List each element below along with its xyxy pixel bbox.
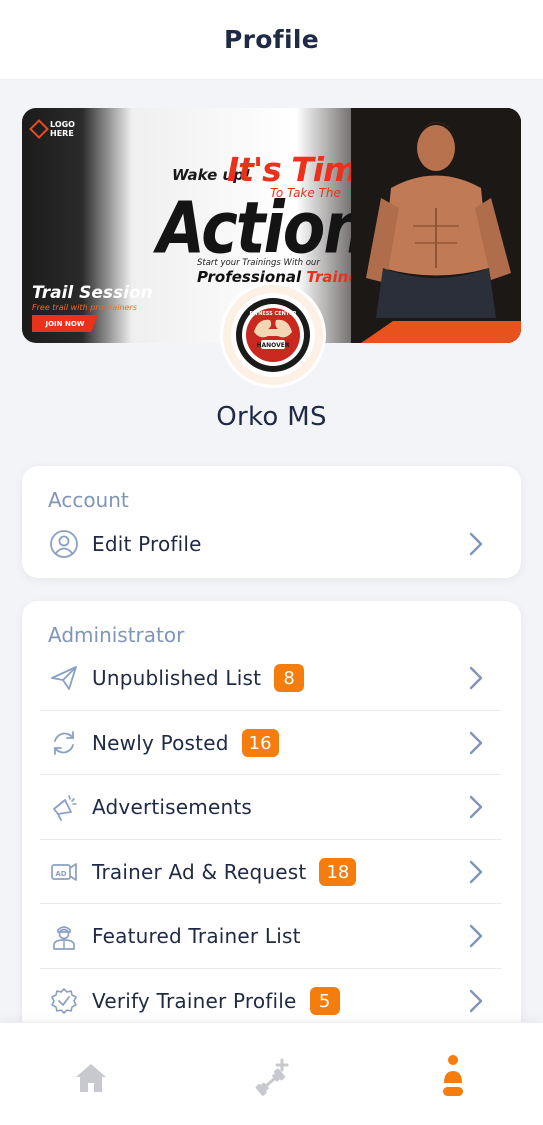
banner-logo: LOGO HERE <box>29 119 76 139</box>
nav-workout[interactable] <box>249 1053 293 1103</box>
chevron-right-icon <box>469 989 483 1013</box>
chevron-right-icon <box>469 860 483 884</box>
nav-home[interactable] <box>69 1053 113 1103</box>
account-section-title: Account <box>48 488 129 512</box>
refresh-icon <box>48 727 80 759</box>
trainer-ad-count-badge: 18 <box>319 858 357 886</box>
featured-trainer-list-label: Featured Trainer List <box>92 924 301 948</box>
page-title: Profile <box>224 25 319 54</box>
svg-text:AD: AD <box>55 870 66 878</box>
banner-logo-text: LOGO HERE <box>50 120 75 138</box>
edit-profile-row[interactable]: Edit Profile <box>40 512 502 576</box>
unpublished-count-badge: 8 <box>274 664 305 692</box>
user-circle-icon <box>48 528 80 560</box>
account-card: Account Edit Profile <box>22 466 521 578</box>
advertisements-label: Advertisements <box>92 795 253 819</box>
avatar-ring-text: FITNESS CENTER <box>250 311 297 317</box>
chevron-right-icon <box>469 731 483 755</box>
nav-profile[interactable] <box>431 1053 475 1103</box>
chevron-right-icon <box>469 532 483 556</box>
verify-count-badge: 5 <box>309 987 340 1015</box>
banner-trail-session: Trail Session <box>32 283 153 303</box>
logo-mark-icon <box>29 119 49 139</box>
trainer-person-icon <box>48 920 80 952</box>
profile-icon <box>443 1055 463 1096</box>
unpublished-list-row[interactable]: Unpublished List 8 <box>40 646 502 710</box>
athlete-image <box>351 108 521 343</box>
banner-join-now: JOIN NOW <box>32 315 98 332</box>
newly-posted-count-badge: 16 <box>241 729 279 757</box>
paper-plane-icon <box>48 662 80 694</box>
trainer-ad-request-row[interactable]: AD Trainer Ad & Request 18 <box>40 840 502 904</box>
chevron-right-icon <box>469 666 483 690</box>
avatar-hanover-text: HANOVER <box>257 342 290 349</box>
banner-start-text: Start your Trainings With our <box>197 258 320 268</box>
avatar-image: HANOVER FITNESS CENTER <box>231 293 315 377</box>
top-app-bar: Profile <box>0 0 543 80</box>
edit-profile-label: Edit Profile <box>92 532 202 556</box>
bottom-navigation <box>0 1022 543 1125</box>
verify-trainer-profile-label: Verify Trainer Profile <box>92 989 297 1013</box>
unpublished-list-label: Unpublished List <box>92 666 262 690</box>
fitness-center-logo-icon: HANOVER FITNESS CENTER <box>236 298 310 372</box>
workout-add-icon <box>255 1058 289 1096</box>
megaphone-icon <box>48 791 80 823</box>
verified-badge-icon <box>48 985 80 1017</box>
administrator-card: Administrator Unpublished List 8 Newly P… <box>22 601 521 1051</box>
banner-trail-sub: Free trail with pro trainers <box>32 303 137 312</box>
user-name: Orko MS <box>216 402 327 432</box>
chevron-right-icon <box>469 795 483 819</box>
newly-posted-label: Newly Posted <box>92 731 229 755</box>
administrator-section-title: Administrator <box>48 623 185 647</box>
ad-board-icon: AD <box>48 856 80 888</box>
trainer-ad-request-label: Trainer Ad & Request <box>92 860 307 884</box>
advertisements-row[interactable]: Advertisements <box>40 775 502 839</box>
home-icon <box>76 1064 106 1092</box>
chevron-right-icon <box>469 924 483 948</box>
profile-avatar[interactable]: HANOVER FITNESS CENTER <box>220 282 326 388</box>
newly-posted-row[interactable]: Newly Posted 16 <box>40 711 502 775</box>
featured-trainer-list-row[interactable]: Featured Trainer List <box>40 904 502 968</box>
